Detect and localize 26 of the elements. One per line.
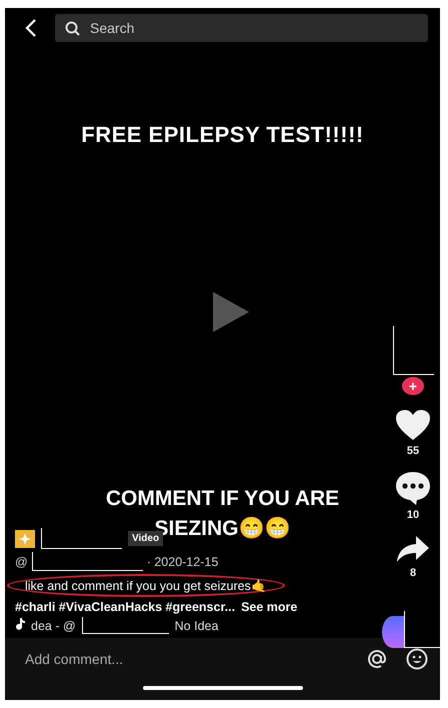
- see-more-link[interactable]: See more: [241, 600, 298, 614]
- search-bar[interactable]: Search: [55, 14, 428, 42]
- video-caption-text: COMMENT IF YOU ARE: [106, 486, 340, 512]
- music-note-icon: [15, 618, 25, 633]
- heart-icon[interactable]: [395, 409, 431, 441]
- sound-artist: dea - @: [31, 618, 76, 632]
- mention-icon[interactable]: [366, 648, 388, 670]
- video-headline: FREE EPILEPSY TEST!!!!!: [80, 122, 365, 148]
- back-icon[interactable]: [25, 19, 37, 37]
- post-date: · 2020-12-15: [146, 554, 218, 568]
- action-count: 10: [406, 509, 420, 521]
- post-caption: like and comment if you you get seizures🤙: [25, 578, 267, 593]
- search-icon: [65, 20, 80, 36]
- hashtags: #charli #VivaCleanHacks #greenscr...: [15, 600, 236, 614]
- share-arrow-icon[interactable]: [396, 535, 430, 563]
- action-count: 8: [410, 567, 416, 579]
- follow-button[interactable]: +: [402, 377, 424, 395]
- speech-bubble-icon[interactable]: [395, 471, 431, 505]
- search-field[interactable]: Search: [88, 19, 292, 37]
- handle-prefix: @: [15, 554, 28, 568]
- music-disc-icon[interactable]: [382, 616, 404, 648]
- sparkle-icon: [15, 530, 35, 548]
- action-count: 55: [406, 445, 420, 457]
- sound-title[interactable]: No Idea: [174, 618, 218, 632]
- comment-field[interactable]: Add comment...: [23, 650, 348, 668]
- smiley-icon[interactable]: [406, 648, 428, 670]
